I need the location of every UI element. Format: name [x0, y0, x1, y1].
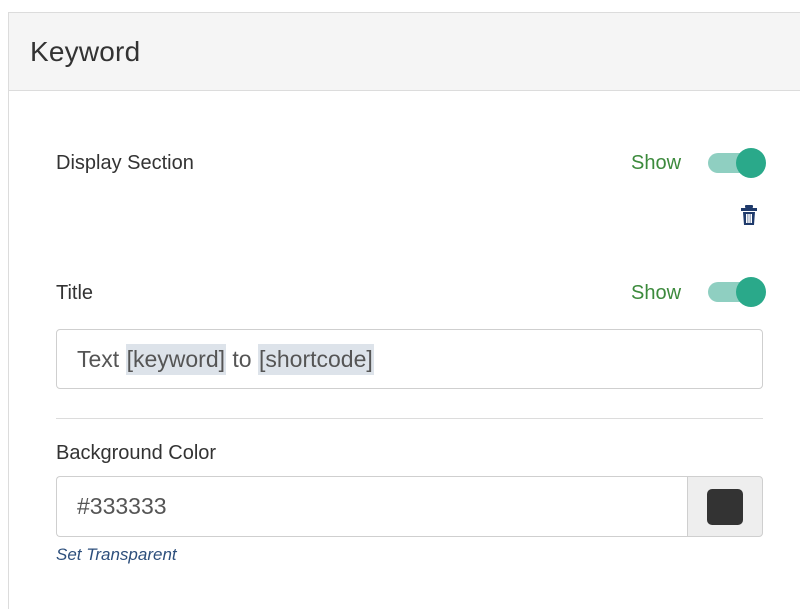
color-swatch: [707, 488, 743, 525]
background-color-value: #333333: [77, 493, 167, 519]
title-toggle[interactable]: [706, 277, 766, 307]
keyword-placeholder-tag: [keyword]: [125, 343, 227, 375]
toggle-knob: [736, 148, 766, 178]
background-color-label: Background Color: [56, 442, 217, 464]
title-show-label: Show: [631, 282, 682, 304]
display-section-toggle[interactable]: [706, 148, 766, 178]
title-input[interactable]: Text [keyword] to [shortcode]: [56, 329, 763, 389]
panel-header: Keyword: [9, 13, 800, 91]
panel-title: Keyword: [30, 35, 141, 67]
shortcode-placeholder-tag: [shortcode]: [257, 343, 374, 375]
title-label: Title: [56, 282, 94, 304]
trash-icon[interactable]: [740, 204, 758, 226]
section-divider: [56, 418, 763, 419]
title-text-part: Text: [77, 345, 126, 372]
toggle-knob: [736, 277, 766, 307]
title-text-part: to: [226, 345, 258, 372]
display-section-show-label: Show: [631, 152, 682, 174]
color-picker-button[interactable]: [687, 476, 763, 537]
background-color-input[interactable]: #333333: [56, 476, 688, 537]
set-transparent-link[interactable]: Set Transparent: [56, 545, 177, 565]
display-section-label: Display Section: [56, 152, 194, 174]
